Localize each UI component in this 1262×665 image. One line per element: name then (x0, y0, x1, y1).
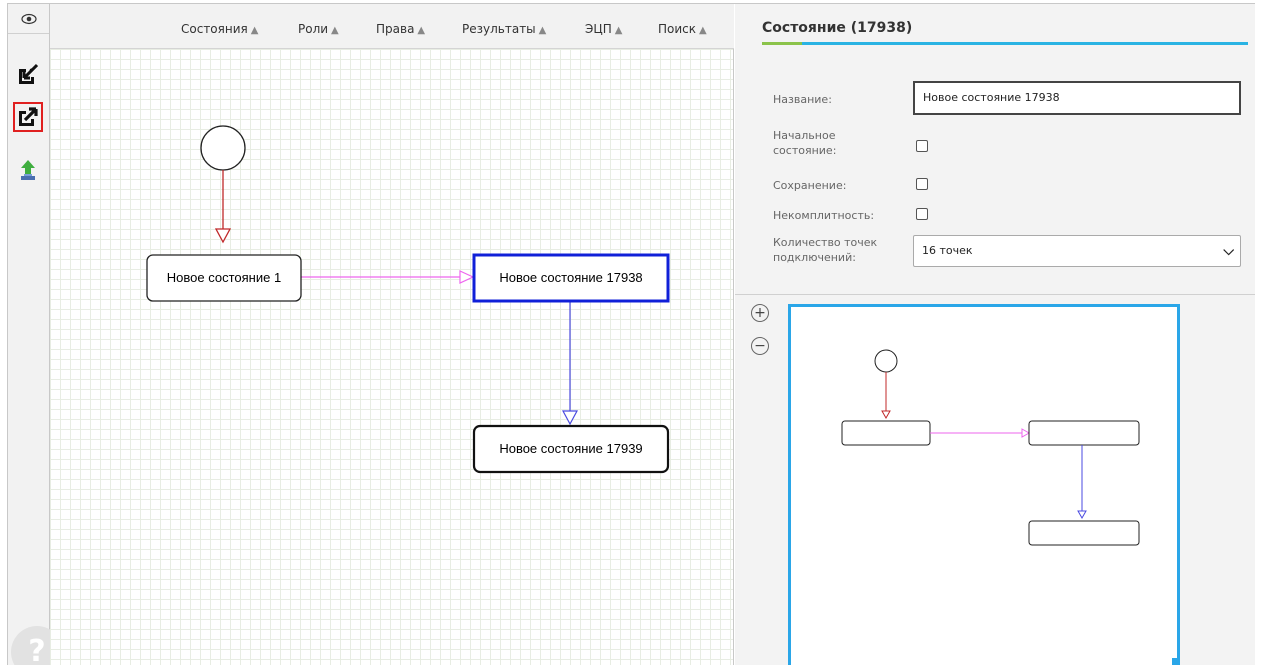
minimap-start-arrow (881, 410, 891, 420)
menu-roles-label: Роли (298, 22, 329, 36)
zoom-out-icon[interactable]: − (751, 337, 769, 355)
title-underline (762, 42, 1248, 45)
panel-title: Состояние (17938) (762, 20, 913, 36)
top-menu-bar: Состояния ▲ Роли ▲ Права ▲ Результаты ▲ ЭЦП ▲… (50, 4, 734, 49)
menu-results[interactable]: Результаты ▲ (462, 22, 546, 36)
connection-points-select[interactable]: 16 точек ⌵ (913, 235, 1241, 267)
minimap-resize-handle[interactable] (1172, 658, 1180, 665)
menu-rights-label: Права (376, 22, 415, 36)
import-icon[interactable] (11, 59, 45, 91)
title-underline-accent (762, 42, 802, 45)
menu-search[interactable]: Поиск ▲ (658, 22, 707, 36)
minimap-arrow-1-17938 (1021, 428, 1031, 438)
chevron-up-icon: ▲ (250, 25, 259, 36)
menu-rights[interactable]: Права ▲ (376, 22, 425, 36)
chevron-down-icon: ⌵ (1223, 243, 1234, 259)
menu-signature-label: ЭЦП (585, 22, 612, 36)
editor-frame: ? Состояния ▲ Роли ▲ Права ▲ Результаты ▲ ЭЦ… (7, 3, 1255, 665)
menu-roles[interactable]: Роли ▲ (298, 22, 339, 36)
save-checkbox[interactable] (916, 178, 928, 190)
app-root: ? Состояния ▲ Роли ▲ Права ▲ Результаты ▲ ЭЦ… (0, 0, 1262, 665)
incomplete-label: Некомплитность: (773, 209, 875, 222)
minimap-start-node (874, 349, 898, 373)
initial-state-label: Начальное состояние: (773, 128, 836, 158)
minimap-state-17939 (1028, 520, 1140, 546)
chevron-up-icon: ▲ (417, 25, 426, 36)
menu-search-label: Поиск (658, 22, 697, 36)
connection-points-label-line1: Количество точек (773, 236, 878, 249)
panel-divider (735, 294, 1255, 295)
state-node-label: Новое состояние 17939 (499, 441, 642, 456)
name-label: Название: (773, 93, 832, 106)
initial-state-label-line1: Начальное (773, 129, 836, 142)
start-transition-arrow (214, 228, 232, 244)
menu-states-label: Состояния (181, 22, 248, 36)
menu-signature[interactable]: ЭЦП ▲ (585, 22, 622, 36)
minimap-arrow-17938-17939 (1077, 510, 1087, 520)
incomplete-checkbox[interactable] (916, 208, 928, 220)
diagram-svg: Новое состояние 1 Новое состояние 17938 … (146, 125, 670, 474)
transition-arrow-1-17938 (459, 270, 475, 284)
export-icon[interactable] (11, 101, 45, 133)
state-node-17939[interactable]: Новое состояние 17939 (472, 424, 670, 474)
state-node-1[interactable]: Новое состояние 1 (146, 254, 302, 302)
properties-panel: Состояние (17938) Название: Новое состоя… (735, 4, 1255, 665)
connection-points-label-line2: подключений: (773, 251, 856, 264)
save-label: Сохранение: (773, 179, 847, 192)
initial-state-checkbox[interactable] (916, 140, 928, 152)
left-toolbar: ? (8, 4, 63, 665)
export-icon-frame (13, 102, 43, 132)
state-node-label: Новое состояние 17938 (499, 270, 642, 285)
zoom-in-icon[interactable]: + (751, 304, 769, 322)
chevron-up-icon: ▲ (538, 25, 547, 36)
minimap[interactable] (788, 304, 1180, 665)
start-node[interactable] (200, 125, 246, 171)
minimap-state-1 (841, 420, 931, 446)
chevron-up-icon: ▲ (614, 25, 623, 36)
connection-points-label: Количество точек подключений: (773, 235, 877, 265)
minimap-state-17938 (1028, 420, 1140, 446)
menu-states[interactable]: Состояния ▲ (181, 22, 258, 36)
chevron-up-icon: ▲ (331, 25, 339, 36)
menu-results-label: Результаты (462, 22, 536, 36)
name-input[interactable]: Новое состояние 17938 (913, 81, 1241, 115)
connection-points-value: 16 точек (922, 244, 973, 257)
eye-icon[interactable] (8, 4, 49, 34)
diagram-canvas[interactable]: Новое состояние 1 Новое состояние 17938 … (50, 49, 734, 665)
chevron-up-icon: ▲ (699, 25, 707, 36)
state-node-17938[interactable]: Новое состояние 17938 (472, 253, 670, 303)
upload-icon[interactable] (11, 154, 45, 186)
minimap-svg (841, 349, 1140, 546)
transition-arrow-17938-17939 (561, 410, 579, 426)
initial-state-label-line2: состояние: (773, 144, 837, 157)
state-node-label: Новое состояние 1 (167, 270, 281, 285)
